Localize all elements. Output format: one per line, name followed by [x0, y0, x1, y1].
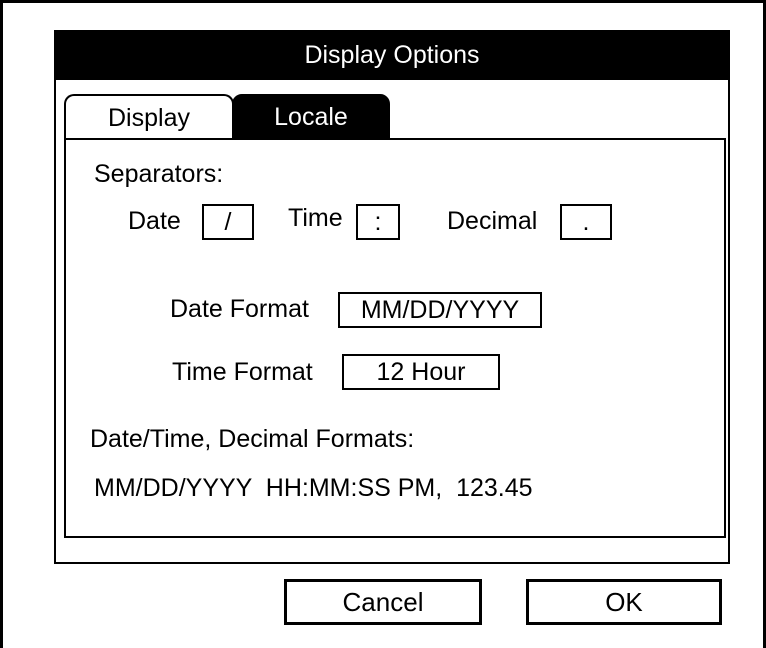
time-separator-label: Time: [288, 204, 343, 232]
time-format-field[interactable]: 12 Hour: [342, 354, 500, 390]
date-separator-label: Date: [128, 207, 181, 235]
decimal-separator-field[interactable]: .: [560, 204, 612, 240]
date-separator-field[interactable]: /: [202, 204, 254, 240]
time-separator-field[interactable]: :: [356, 204, 400, 240]
time-format-label: Time Format: [172, 358, 313, 386]
display-options-dialog: Display Options Display Locale Separator…: [54, 30, 730, 564]
dialog-title: Display Options: [56, 30, 728, 80]
separators-heading: Separators:: [94, 160, 224, 188]
date-format-field[interactable]: MM/DD/YYYY: [338, 292, 542, 328]
cancel-button[interactable]: Cancel: [284, 579, 482, 625]
preview-heading: Date/Time, Decimal Formats:: [90, 425, 415, 453]
date-format-label: Date Format: [170, 295, 309, 323]
ok-button[interactable]: OK: [526, 579, 722, 625]
decimal-separator-label: Decimal: [447, 207, 538, 235]
tab-display[interactable]: Display: [64, 94, 234, 140]
preview-example: MM/DD/YYYY HH:MM:SS PM, 123.45: [94, 474, 533, 502]
tab-locale[interactable]: Locale: [232, 94, 390, 140]
locale-panel: Separators: Date / Time : Decimal . Date…: [64, 138, 726, 538]
